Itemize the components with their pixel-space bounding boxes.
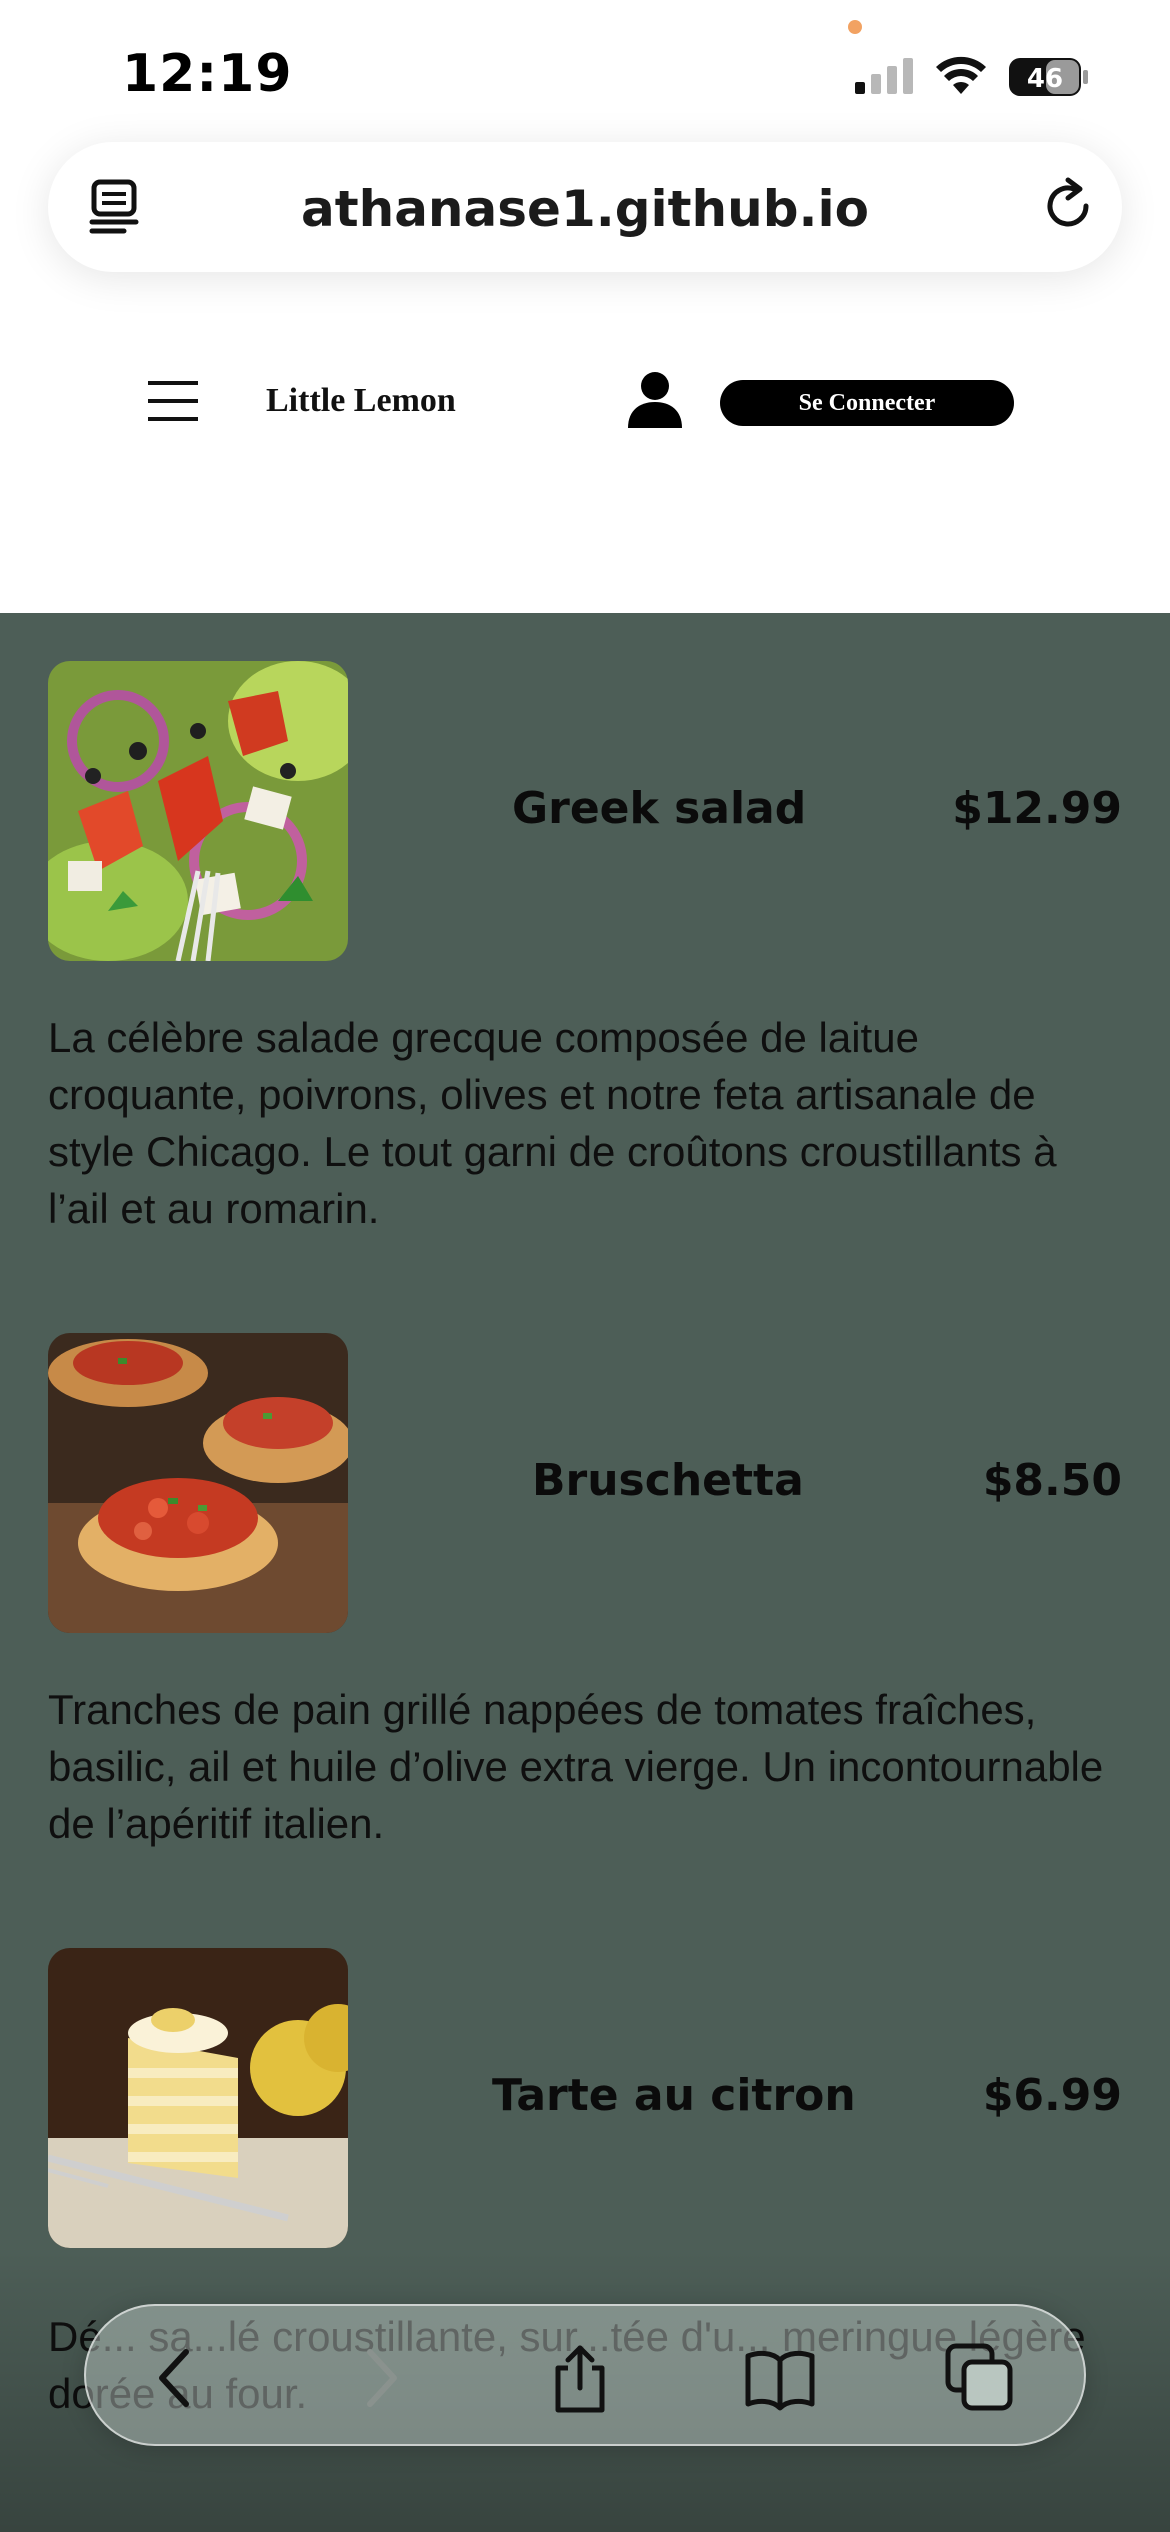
- menu-section: Greek salad $12.99 La célèbre salade gre…: [0, 613, 1170, 2532]
- dish-name: Bruschetta: [532, 1455, 804, 1506]
- dish-price: $6.99: [982, 2070, 1122, 2121]
- back-icon[interactable]: [142, 2342, 214, 2414]
- hamburger-menu-icon[interactable]: [148, 380, 198, 422]
- greek-salad-photo[interactable]: [48, 661, 348, 961]
- site-header: Little Lemon Se Connecter: [0, 330, 1170, 470]
- dish-price: $12.99: [952, 783, 1122, 834]
- address-bar[interactable]: athanase1.github.io: [48, 142, 1122, 272]
- tabs-icon[interactable]: [944, 2342, 1016, 2414]
- dish-name: Greek salad: [512, 783, 807, 834]
- share-icon[interactable]: [544, 2342, 616, 2414]
- bruschetta-photo[interactable]: [48, 1333, 348, 1633]
- status-time: 12:19: [122, 44, 293, 104]
- lemon-tart-photo[interactable]: [48, 1948, 348, 2248]
- battery-icon: 46: [1008, 56, 1090, 98]
- url-text[interactable]: athanase1.github.io: [48, 180, 1122, 238]
- forward-icon[interactable]: [342, 2342, 414, 2414]
- dish-price: $8.50: [982, 1455, 1122, 1506]
- cellular-signal-icon: [855, 58, 913, 94]
- bookmarks-icon[interactable]: [744, 2342, 816, 2414]
- reload-icon[interactable]: [1038, 176, 1098, 236]
- brand-title[interactable]: Little Lemon: [266, 382, 456, 420]
- battery-level: 46: [1027, 64, 1063, 94]
- dish-name: Tarte au citron: [492, 2070, 856, 2121]
- dish-description: Tranches de pain grillé nappées de tomat…: [48, 1686, 1104, 1847]
- user-icon[interactable]: [626, 370, 684, 428]
- login-button[interactable]: Se Connecter: [720, 380, 1014, 426]
- dish-description: La célèbre salade grecque composée de la…: [48, 1014, 1057, 1232]
- privacy-indicator-dot: [848, 20, 862, 34]
- wifi-icon: [936, 56, 986, 94]
- status-bar: 12:19 46: [0, 0, 1170, 140]
- browser-toolbar: [84, 2304, 1086, 2446]
